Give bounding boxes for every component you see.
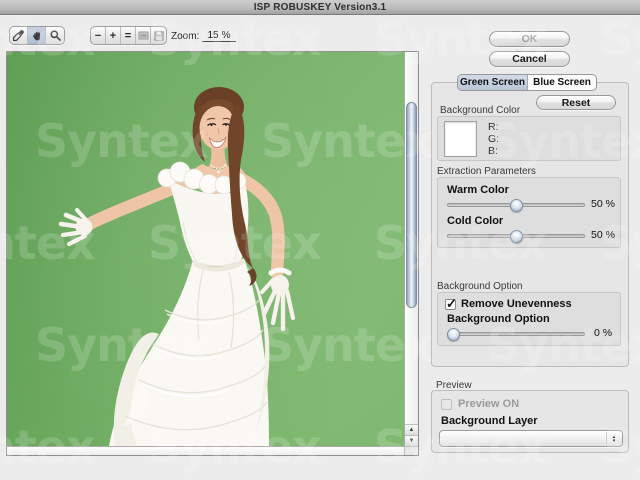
scrollbar-corner	[404, 446, 418, 455]
background-layer-label: Background Layer	[441, 415, 538, 427]
zoom-unit: %	[222, 30, 231, 41]
extraction-box: Warm Color 50 % Cold Color 50 %	[437, 177, 621, 248]
cold-color-label: Cold Color	[447, 215, 503, 227]
tool-group	[9, 26, 65, 45]
eyedropper-icon	[12, 29, 25, 42]
cancel-button[interactable]: Cancel	[489, 51, 570, 67]
cold-color-slider[interactable]	[447, 234, 585, 238]
floppy-save-icon	[154, 31, 164, 41]
scroll-up-arrow[interactable]: ▲	[405, 424, 418, 435]
ok-button[interactable]: OK	[489, 31, 570, 47]
remove-unevenness-label: Remove Unevenness	[461, 298, 572, 310]
zoom-value-field[interactable]: 15 %	[202, 29, 236, 42]
image-viewer: ▲ ▼	[6, 51, 419, 456]
magnifier-tool-button[interactable]	[46, 27, 64, 44]
save-button[interactable]	[151, 27, 166, 44]
background-color-box: R: G: B:	[437, 116, 621, 161]
warm-color-slider-thumb[interactable]	[510, 199, 523, 212]
warm-color-label: Warm Color	[447, 184, 509, 196]
background-color-section-label: Background Color	[440, 105, 520, 116]
background-option-value: 0 %	[594, 327, 624, 339]
window-title: ISP ROBUSKEY Version3.1	[254, 2, 387, 13]
background-option-slider-label: Background Option	[447, 313, 550, 325]
eyedropper-tool-button[interactable]	[10, 27, 28, 44]
b-label: B:	[488, 145, 498, 157]
fit-window-button[interactable]	[136, 27, 151, 44]
watermark-text: Syntex	[600, 16, 640, 62]
vertical-scrollbar[interactable]: ▲ ▼	[404, 52, 418, 446]
vertical-scrollbar-thumb[interactable]	[406, 102, 417, 308]
window-titlebar: ISP ROBUSKEY Version3.1	[0, 0, 640, 15]
extraction-section-label: Extraction Parameters	[437, 166, 536, 177]
color-swatch[interactable]	[444, 121, 477, 157]
zoom-in-button[interactable]: +	[106, 27, 121, 44]
stepper-down-icon: ▾	[613, 439, 616, 443]
fit-window-icon	[138, 31, 149, 40]
cold-color-value: 50 %	[591, 229, 621, 241]
tab-green-screen[interactable]: Green Screen	[458, 75, 527, 90]
remove-unevenness-checkbox[interactable]: ✓	[445, 299, 456, 310]
actual-size-button[interactable]: =	[121, 27, 136, 44]
r-label: R:	[488, 121, 499, 133]
magnifier-icon	[49, 29, 62, 42]
checkmark-icon: ✓	[446, 296, 457, 312]
cold-color-slider-thumb[interactable]	[510, 230, 523, 243]
background-option-slider-thumb[interactable]	[447, 328, 460, 341]
reset-button[interactable]: Reset	[536, 95, 616, 110]
horizontal-scrollbar[interactable]	[7, 446, 404, 455]
preview-pane: Preview ON Background Layer ▴ ▾	[431, 390, 629, 453]
popup-stepper-icon: ▴ ▾	[606, 432, 621, 445]
green-screen-photo	[7, 52, 404, 446]
preview-on-label: Preview ON	[458, 398, 519, 410]
background-option-box: ✓ Remove Unevenness Background Option 0 …	[437, 292, 621, 346]
g-label: G:	[488, 133, 499, 145]
hand-tool-button[interactable]	[28, 27, 46, 44]
preview-canvas[interactable]	[7, 52, 404, 446]
warm-color-slider[interactable]	[447, 203, 585, 207]
scroll-down-arrow[interactable]: ▼	[405, 435, 418, 446]
zoom-value: 15	[207, 30, 218, 41]
preview-on-checkbox[interactable]	[441, 399, 452, 410]
background-option-slider[interactable]	[447, 332, 585, 336]
warm-color-value: 50 %	[591, 198, 621, 210]
background-layer-popup[interactable]: ▴ ▾	[439, 430, 623, 447]
background-option-section-label: Background Option	[437, 281, 523, 292]
zoom-label: Zoom:	[171, 31, 199, 42]
zoom-controls-group: − + =	[90, 26, 167, 45]
zoom-out-button[interactable]: −	[91, 27, 106, 44]
tab-blue-screen[interactable]: Blue Screen	[527, 75, 596, 90]
hand-icon	[30, 29, 43, 42]
screen-tabs: Green Screen Blue Screen	[457, 74, 597, 91]
